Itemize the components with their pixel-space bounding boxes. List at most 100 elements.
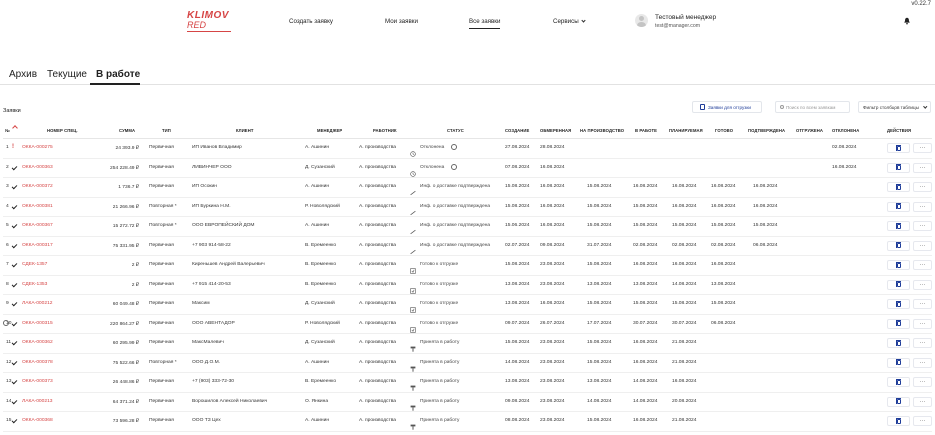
nav-create-request[interactable]: Создать заявку: [289, 18, 333, 25]
column-filter-select[interactable]: Фильтр столбцов таблицы: [858, 101, 931, 113]
more-actions-button[interactable]: ···: [913, 338, 932, 348]
search-input[interactable]: Поиск по всем заявкам: [775, 101, 850, 113]
table-row[interactable]: 13 ОККА-000373 26 448.86 ₽ Первичная +7 (903…: [3, 373, 932, 393]
col-number[interactable]: №: [5, 128, 10, 133]
history-icon[interactable]: [451, 144, 457, 150]
more-actions-button[interactable]: ···: [913, 396, 932, 407]
tab-current[interactable]: Текущие: [47, 69, 87, 80]
spec-number-link[interactable]: ОККА-000367: [22, 223, 53, 228]
table-row[interactable]: 15 ОККА-000368 73 596.28 ₽ Первичная ООО ТЗ …: [3, 412, 932, 432]
col-status[interactable]: СТАТУС: [447, 128, 464, 133]
tab-archive[interactable]: Архив: [9, 69, 37, 80]
table-row[interactable]: 5 ОККА-000367 15 272.72 ₽ Повторная * ООО ЕВ…: [3, 217, 932, 237]
table-row[interactable]: 1! ОККА-000275 24 393.9 ₽ Первичная ИП Ивано…: [3, 139, 932, 159]
spec-number-link[interactable]: ОККА-000315: [22, 321, 53, 326]
spec-number-link[interactable]: ОККА-000275: [22, 145, 53, 150]
col-created[interactable]: СОЗДАНИЕ: [505, 128, 529, 133]
more-actions-button[interactable]: ···: [913, 201, 932, 212]
spec-number-link[interactable]: ОККА-000317: [22, 243, 53, 248]
box-icon: [410, 261, 416, 274]
copy-button[interactable]: [887, 221, 910, 231]
table-row[interactable]: 11 ОККА-000362 60 295.99 ₽ Первичная МаксМал…: [3, 334, 932, 354]
history-icon[interactable]: [3, 319, 9, 326]
more-actions-button[interactable]: ···: [913, 318, 932, 329]
col-client[interactable]: КЛИЕНТ: [236, 128, 253, 133]
more-actions-button[interactable]: ···: [913, 143, 932, 153]
copy-button[interactable]: [887, 143, 910, 153]
col-sum[interactable]: СУММА: [119, 128, 135, 133]
table-row[interactable]: 10 ОККА-000315 220 864.27 ₽ Первичная ООО АВ…: [3, 315, 932, 334]
col-shipped[interactable]: ОТГРУЖЕНА: [796, 128, 823, 133]
more-actions-button[interactable]: ···: [913, 221, 932, 231]
col-type[interactable]: ТИП: [162, 128, 171, 133]
date-cell: 09.07.2024: [505, 320, 530, 326]
more-actions-button[interactable]: ···: [913, 377, 932, 387]
company-logo[interactable]: KLIMOV RED: [187, 11, 233, 37]
spec-number-link[interactable]: ОККА-000381: [22, 204, 53, 209]
copy-button[interactable]: [887, 357, 910, 368]
table-row[interactable]: 4 ОККА-000381 21 266.96 ₽ Повторная * ИП Бур…: [3, 198, 932, 217]
more-actions-button[interactable]: ···: [913, 182, 932, 192]
sort-asc-icon[interactable]: [12, 125, 18, 131]
copy-button[interactable]: [887, 416, 910, 426]
more-actions-button[interactable]: ···: [913, 416, 932, 426]
shipment-requests-button[interactable]: Заявки для отгрузки: [692, 101, 762, 113]
copy-button[interactable]: [887, 318, 910, 329]
copy-button[interactable]: [887, 299, 910, 309]
more-actions-button[interactable]: ···: [913, 279, 932, 290]
nav-all-requests[interactable]: Все заявки: [469, 18, 501, 29]
copy-button[interactable]: [887, 162, 910, 173]
nav-my-requests[interactable]: Мои заявки: [385, 18, 418, 25]
col-to-production[interactable]: НА ПРОИЗВОДСТВО: [580, 128, 624, 133]
spec-number-link[interactable]: СДЕК-1357: [22, 262, 47, 267]
check-icon: [11, 417, 18, 424]
col-ready[interactable]: ГОТОВО: [715, 128, 733, 133]
col-in-work[interactable]: В РАБОТЕ: [635, 128, 657, 133]
date-cell: 17.07.2024: [587, 320, 612, 326]
spec-number-link[interactable]: ОККА-000372: [22, 184, 53, 189]
tab-in-work[interactable]: В работе: [96, 69, 140, 80]
spec-number-link[interactable]: ОККА-000373: [22, 379, 53, 384]
spec-number-link[interactable]: СДЕК-1353: [22, 282, 47, 287]
col-manager[interactable]: МЕНЕДЖЕР: [317, 128, 342, 133]
table-row[interactable]: 7 СДЕК-1357 2 ₽ Первичная Киреньшев Андрей В…: [3, 256, 932, 276]
table-row[interactable]: 9 ЛАКА-000212 60 049.48 ₽ Первичная Максим Д.…: [3, 295, 932, 315]
manager-value: О. Янкина: [305, 398, 329, 404]
table-row[interactable]: 2 ОККА-000363 254 228.49 ₽ Первичная ЛИВИНЧЕ…: [3, 159, 932, 178]
col-measured[interactable]: ОБМЕРЕННАЯ: [540, 128, 571, 133]
spec-number-link[interactable]: ЛАКА-000212: [22, 301, 53, 306]
more-actions-button[interactable]: ···: [913, 240, 932, 251]
copy-button[interactable]: [887, 279, 910, 290]
table-row[interactable]: 14 ЛАКА-000213 64 371.24 ₽ Первичная Ворошил…: [3, 393, 932, 412]
copy-button[interactable]: [887, 338, 910, 348]
spec-number-link[interactable]: ОККА-000378: [22, 360, 53, 365]
history-icon[interactable]: [451, 163, 457, 170]
avatar[interactable]: [635, 14, 648, 27]
more-actions-button[interactable]: ···: [913, 357, 932, 368]
spec-number-link[interactable]: ОККА-000368: [22, 418, 53, 423]
col-rejected[interactable]: ОТКЛОНЕНА: [832, 128, 859, 133]
copy-button[interactable]: [887, 201, 910, 212]
more-actions-button[interactable]: ···: [913, 260, 932, 270]
col-confirmed[interactable]: ПОДТВЕРЖДЕНА: [748, 128, 785, 133]
col-spec[interactable]: НОМЕР СПЕЦ.: [47, 128, 78, 133]
spec-number-link[interactable]: ОККА-000363: [22, 165, 53, 170]
copy-button[interactable]: [887, 182, 910, 192]
nav-services[interactable]: Сервисы: [553, 18, 586, 25]
table-row[interactable]: 12 ОККА-000378 75 522.66 ₽ Повторная * ООО Д…: [3, 354, 932, 373]
table-row[interactable]: 6 ОККА-000317 75 331.95 ₽ Первичная +7 903 9…: [3, 237, 932, 256]
copy-button[interactable]: [887, 377, 910, 387]
more-actions-button[interactable]: ···: [913, 162, 932, 173]
copy-button[interactable]: [887, 240, 910, 251]
copy-button[interactable]: [887, 396, 910, 407]
bell-icon[interactable]: [903, 17, 911, 25]
col-worker[interactable]: РАБОТНИК: [373, 128, 397, 133]
table-row[interactable]: 3 ОККА-000372 1 736.7 ₽ Первичная ИП Осокин А…: [3, 178, 932, 198]
active-tab-indicator: [90, 83, 140, 85]
copy-button[interactable]: [887, 260, 910, 270]
table-row[interactable]: 8 СДЕК-1353 2 ₽ Первичная +7 915 414-20-53 В.…: [3, 276, 932, 295]
spec-number-link[interactable]: ЛАКА-000213: [22, 399, 53, 404]
col-planned[interactable]: ПЛАНИРУЕМАЯ: [669, 128, 703, 133]
spec-number-link[interactable]: ОККА-000362: [22, 340, 53, 345]
more-actions-button[interactable]: ···: [913, 299, 932, 309]
